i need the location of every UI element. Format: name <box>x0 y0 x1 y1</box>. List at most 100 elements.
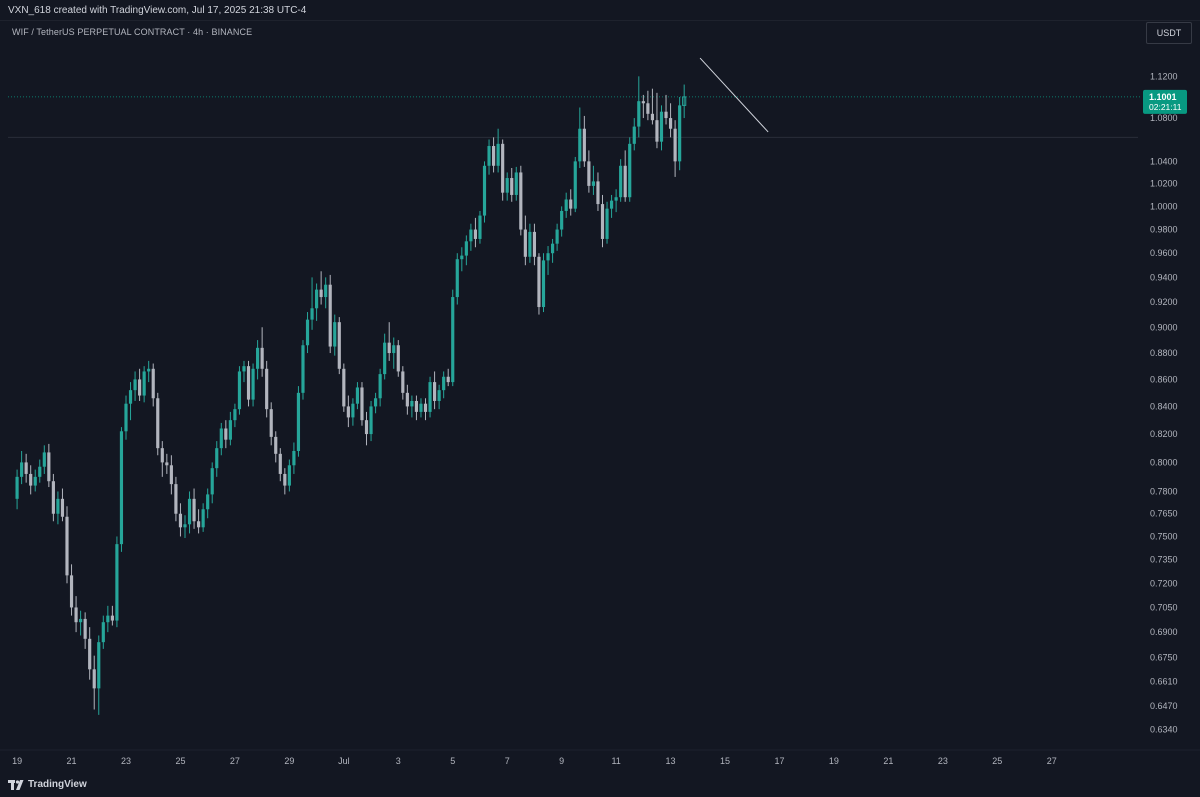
candle[interactable] <box>550 238 555 263</box>
candle[interactable] <box>664 94 668 125</box>
candle[interactable] <box>346 395 350 428</box>
candle[interactable] <box>501 139 505 201</box>
candle[interactable] <box>333 314 337 356</box>
candle[interactable] <box>396 340 400 377</box>
candle[interactable] <box>519 165 523 236</box>
candle[interactable] <box>324 277 328 309</box>
candle[interactable] <box>578 107 582 168</box>
candle[interactable] <box>655 92 659 149</box>
candle[interactable] <box>128 382 133 421</box>
candle[interactable] <box>523 215 527 266</box>
candle[interactable] <box>632 118 636 151</box>
candle[interactable] <box>573 156 577 213</box>
candle[interactable] <box>414 395 419 421</box>
candle[interactable] <box>292 442 296 474</box>
candle[interactable] <box>15 469 19 510</box>
candle[interactable] <box>110 605 114 626</box>
candle[interactable] <box>337 317 341 375</box>
candle[interactable] <box>351 398 355 426</box>
candle[interactable] <box>560 206 564 237</box>
candle[interactable] <box>278 448 282 482</box>
candle[interactable] <box>101 615 105 649</box>
candle[interactable] <box>237 366 242 415</box>
candle[interactable] <box>605 201 609 244</box>
candle[interactable] <box>274 431 278 463</box>
candle[interactable] <box>491 137 496 173</box>
candle[interactable] <box>138 368 142 401</box>
candle[interactable] <box>142 366 146 403</box>
candle[interactable] <box>187 491 192 534</box>
candle[interactable] <box>383 333 387 380</box>
candle[interactable] <box>628 137 632 202</box>
candle[interactable] <box>160 441 164 477</box>
candle[interactable] <box>296 386 301 457</box>
candle[interactable] <box>156 392 160 456</box>
candle[interactable] <box>673 120 677 177</box>
candle[interactable] <box>555 223 559 251</box>
candle[interactable] <box>319 271 323 305</box>
candle[interactable] <box>668 103 673 138</box>
candle[interactable] <box>614 189 618 213</box>
trendline[interactable] <box>699 57 769 133</box>
candle[interactable] <box>378 368 382 407</box>
candle[interactable] <box>97 635 101 715</box>
candle[interactable] <box>38 459 42 483</box>
candle[interactable] <box>20 450 24 485</box>
candle[interactable] <box>401 366 405 400</box>
candle[interactable] <box>83 612 87 649</box>
candle[interactable] <box>165 453 169 474</box>
candle[interactable] <box>392 337 396 369</box>
candle[interactable] <box>532 223 537 266</box>
candle[interactable] <box>437 384 441 410</box>
candle[interactable] <box>514 166 518 201</box>
candle[interactable] <box>609 194 614 218</box>
candle[interactable] <box>47 443 51 488</box>
candle[interactable] <box>423 398 428 421</box>
candle[interactable] <box>169 455 173 495</box>
candle[interactable] <box>623 150 627 202</box>
candle[interactable] <box>201 503 205 532</box>
symbol-title[interactable]: WIF / TetherUS PERPETUAL CONTRACT · 4h ·… <box>12 27 252 37</box>
candle[interactable] <box>310 277 314 330</box>
candle[interactable] <box>133 371 137 401</box>
candle[interactable] <box>541 253 546 313</box>
candle[interactable] <box>591 165 596 195</box>
candle[interactable] <box>206 488 210 519</box>
candle[interactable] <box>174 476 178 522</box>
candle[interactable] <box>364 411 369 446</box>
candle[interactable] <box>106 605 110 633</box>
candle[interactable] <box>355 382 360 410</box>
candle[interactable] <box>374 392 378 414</box>
candle[interactable] <box>464 235 468 266</box>
candle[interactable] <box>56 491 60 525</box>
candle[interactable] <box>178 503 183 537</box>
candle[interactable] <box>455 253 459 305</box>
candle[interactable] <box>315 283 319 321</box>
candle[interactable] <box>88 627 92 680</box>
candle[interactable] <box>678 96 682 171</box>
candle[interactable] <box>251 363 255 407</box>
candle[interactable] <box>233 403 237 428</box>
candle[interactable] <box>228 411 232 446</box>
candle[interactable] <box>582 115 586 167</box>
candle[interactable] <box>659 105 664 151</box>
candle[interactable] <box>487 139 491 175</box>
candle[interactable] <box>42 445 46 474</box>
candle[interactable] <box>360 382 364 426</box>
candle[interactable] <box>650 88 655 125</box>
candle[interactable] <box>478 210 482 244</box>
candle[interactable] <box>451 289 455 387</box>
candle[interactable] <box>546 246 550 275</box>
candle[interactable] <box>33 469 37 492</box>
candle[interactable] <box>646 90 650 121</box>
candle[interactable] <box>510 167 514 202</box>
candle[interactable] <box>496 128 500 173</box>
candle[interactable] <box>151 363 155 407</box>
candle[interactable] <box>74 596 78 633</box>
candle[interactable] <box>564 192 568 218</box>
candle[interactable] <box>51 473 55 522</box>
candle[interactable] <box>482 161 487 223</box>
candle[interactable] <box>60 488 65 522</box>
candle[interactable] <box>119 427 124 552</box>
candle[interactable] <box>124 395 128 440</box>
